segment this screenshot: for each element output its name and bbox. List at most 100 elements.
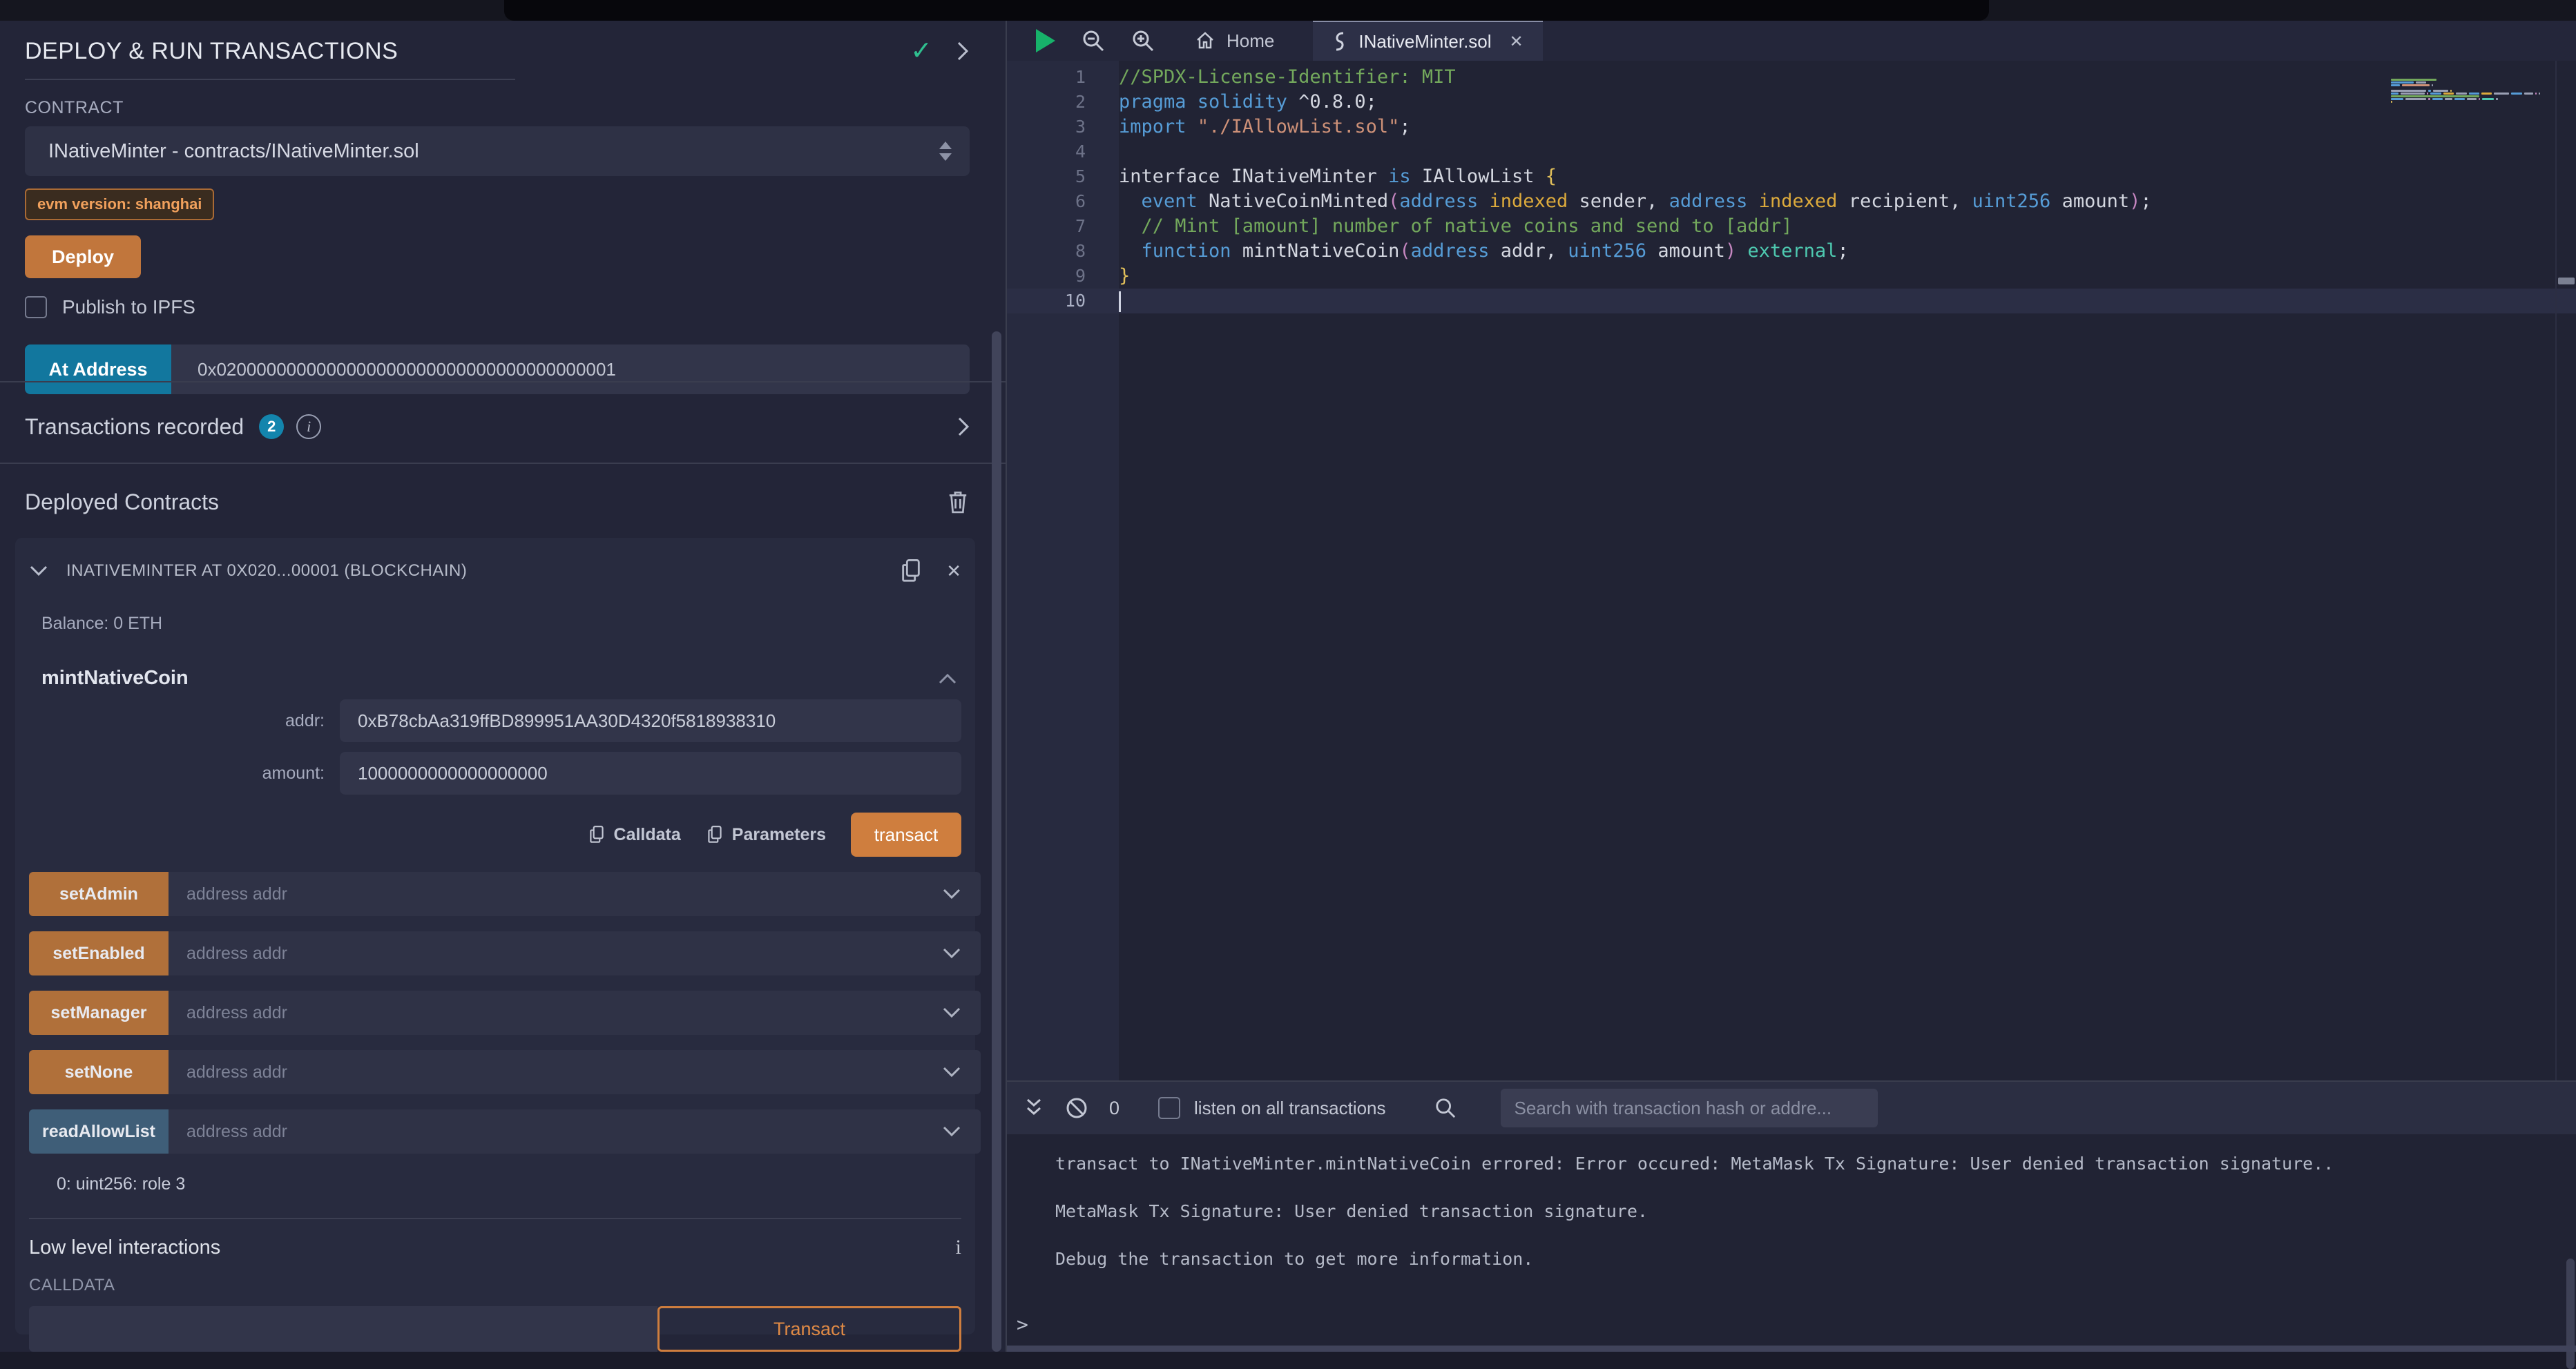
pending-tx-count: 0 [1109,1098,1119,1119]
setManager-button[interactable]: setManager [29,991,169,1035]
line-number: 9 [1007,264,1119,289]
terminal-panel: 0 listen on all transactions transact to… [1007,1080,2576,1352]
line-number: 6 [1007,189,1119,214]
at-address-button[interactable]: At Address [25,344,171,394]
code-line[interactable]: 5interface INativeMinter is IAllowList { [1007,164,2576,189]
transactions-info-icon[interactable]: i [296,414,321,439]
low-level-transact-button[interactable]: Transact [657,1306,961,1352]
setAdmin-input[interactable] [169,872,981,916]
remove-instance-icon[interactable]: ✕ [946,561,961,582]
code-line[interactable]: 4 [1007,139,2576,164]
code-lines: 1//SPDX-License-Identifier: MIT2pragma s… [1007,65,2576,313]
window-top-notch [504,0,1989,21]
panel-expand-chevron-icon[interactable] [956,40,970,62]
transactions-expand-chevron-icon[interactable] [957,416,970,437]
deploy-button[interactable]: Deploy [25,235,141,278]
amount-param-input[interactable] [340,752,961,795]
transactions-recorded-row[interactable]: Transactions recorded 2 i [25,399,970,454]
terminal-prompt: > [1017,1313,1028,1336]
editor-minimap[interactable] [2391,79,2557,106]
editor-area: Home INativeMinter.sol ✕ 1//SPDX-License… [1007,21,2576,1352]
transactions-recorded-label: Transactions recorded [25,414,244,440]
tab-home[interactable]: Home [1175,21,1294,61]
copy-icon [706,824,724,845]
code-line[interactable]: 10 [1007,289,2576,313]
terminal-search-input[interactable] [1501,1089,1878,1127]
section-divider [0,463,1006,464]
setEnabled-expand-chevron-icon[interactable] [942,947,961,960]
listen-all-checkbox[interactable] [1158,1097,1180,1119]
transactions-count-badge: 2 [259,414,284,439]
addr-param-input[interactable] [340,699,961,742]
low-level-divider [29,1218,961,1219]
publish-ipfs-checkbox[interactable] [25,296,47,318]
card-collapse-chevron-icon[interactable] [29,565,48,577]
remix-ide: DEPLOY & RUN TRANSACTIONS ✓ CONTRACT INa… [0,0,2576,1352]
setEnabled-input[interactable] [169,931,981,975]
terminal-log-line: MetaMask Tx Signature: User denied trans… [1055,1201,2576,1221]
setEnabled-button[interactable]: setEnabled [29,931,169,975]
clear-deployed-trash-icon[interactable] [946,489,970,515]
deployed-contracts-header: Deployed Contracts [25,478,970,526]
line-number: 1 [1007,65,1119,90]
search-icon [1434,1097,1457,1119]
line-number: 7 [1007,214,1119,239]
line-number: 2 [1007,90,1119,115]
terminal-scrollbar-thumb[interactable] [2566,1259,2575,1369]
addr-param-label: addr: [29,711,340,731]
copy-calldata-button[interactable]: Calldata [588,824,681,845]
terminal-collapse-icon[interactable] [1023,1097,1044,1119]
code-line[interactable]: 8 function mintNativeCoin(address addr, … [1007,239,2576,264]
transact-button[interactable]: transact [851,813,961,857]
setManager-input[interactable] [169,991,981,1035]
function-row-readAllowList: readAllowList [29,1109,961,1154]
text-cursor [1119,291,1121,312]
close-tab-icon[interactable]: ✕ [1510,32,1524,52]
line-number: 10 [1007,289,1119,313]
minimap-separator [2555,61,2557,1080]
run-script-play-icon[interactable] [1036,29,1055,52]
copy-parameters-button[interactable]: Parameters [706,824,826,845]
clear-console-icon[interactable] [1065,1096,1088,1120]
readAllowList-expand-chevron-icon[interactable] [942,1125,961,1138]
setManager-expand-chevron-icon[interactable] [942,1007,961,1019]
setNone-expand-chevron-icon[interactable] [942,1066,961,1078]
code-line[interactable]: 9} [1007,264,2576,289]
copy-address-icon[interactable] [899,557,923,585]
editor-tabbar: Home INativeMinter.sol ✕ [1007,21,2576,61]
function-collapse-chevron-icon[interactable] [938,672,957,685]
terminal-output[interactable]: transact to INativeMinter.mintNativeCoin… [1007,1134,2576,1336]
section-divider [0,381,1006,382]
readAllowList-button[interactable]: readAllowList [29,1109,169,1154]
function-row-setAdmin: setAdmin [29,872,961,916]
setAdmin-button[interactable]: setAdmin [29,872,169,916]
contract-instance-title[interactable]: INATIVEMINTER AT 0X020...00001 (BLOCKCHA… [66,561,467,581]
setNone-input[interactable] [169,1050,981,1094]
listen-all-label: listen on all transactions [1194,1098,1385,1119]
contract-select[interactable]: INativeMinter - contracts/INativeMinter.… [25,126,970,176]
setNone-button[interactable]: setNone [29,1050,169,1094]
low-level-info-icon[interactable]: i [956,1236,961,1259]
readAllowList-input[interactable] [169,1109,981,1154]
contract-select-value: INativeMinter - contracts/INativeMinter.… [48,140,419,163]
contract-balance: Balance: 0 ETH [41,614,961,634]
code-line[interactable]: 1//SPDX-License-Identifier: MIT [1007,65,2576,90]
sidebar-scrollbar-thumb[interactable] [992,331,1001,1352]
deploy-run-panel: DEPLOY & RUN TRANSACTIONS ✓ CONTRACT INa… [0,21,1006,1352]
code-line[interactable]: 6 event NativeCoinMinted(address indexed… [1007,189,2576,214]
select-caret-icon [939,142,952,161]
code-line[interactable]: 3import "./IAllowList.sol"; [1007,115,2576,139]
code-editor[interactable]: 1//SPDX-License-Identifier: MIT2pragma s… [1007,61,2576,1080]
title-underline [25,79,515,80]
setAdmin-expand-chevron-icon[interactable] [942,888,961,900]
zoom-out-icon[interactable] [1082,29,1105,52]
code-line[interactable]: 7 // Mint [amount] number of native coin… [1007,214,2576,239]
at-address-input[interactable] [171,344,970,394]
tab-inativeminter-sol[interactable]: INativeMinter.sol ✕ [1313,21,1542,61]
calldata-input[interactable] [29,1306,657,1352]
function-row-setNone: setNone [29,1050,961,1094]
panel-divider[interactable] [1006,21,1007,1352]
zoom-in-icon[interactable] [1131,29,1155,52]
code-line[interactable]: 2pragma solidity ^0.8.0; [1007,90,2576,115]
terminal-hscrollbar[interactable] [1007,1346,2576,1352]
